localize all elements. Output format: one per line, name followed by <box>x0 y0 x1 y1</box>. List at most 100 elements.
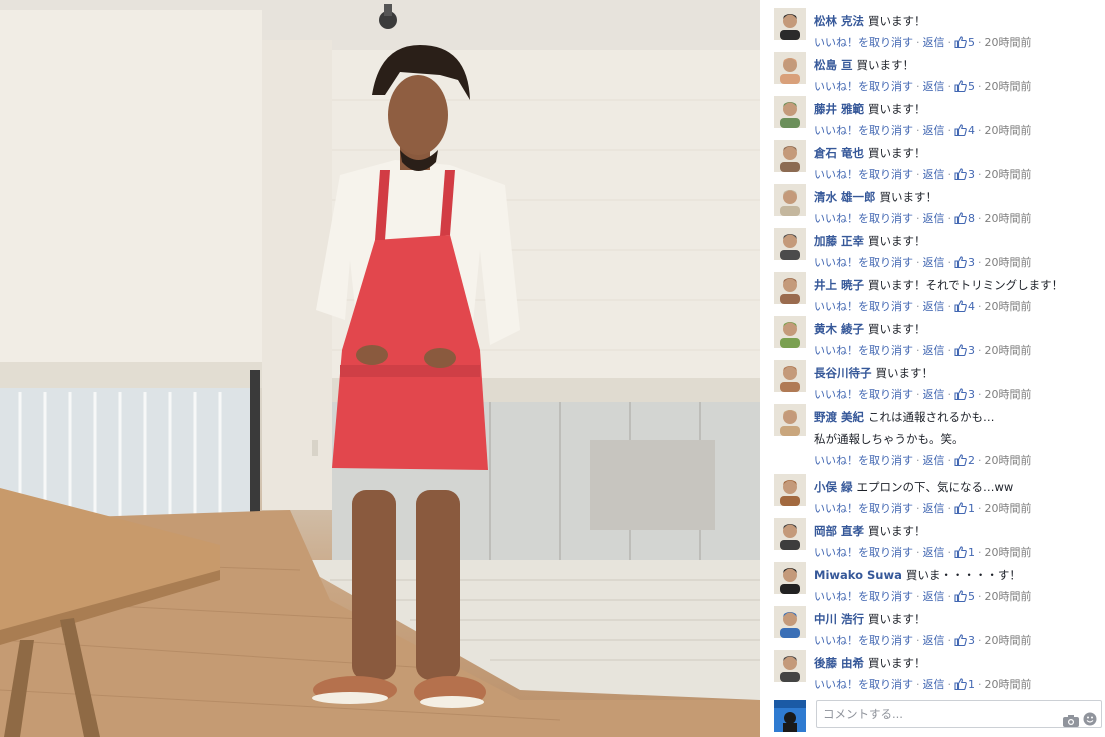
comment-timestamp[interactable]: 20時間前 <box>985 168 1032 181</box>
like-count[interactable]: 4 <box>954 124 975 137</box>
comment-author-link[interactable]: 井上 暁子 <box>814 278 864 292</box>
like-count[interactable]: 3 <box>954 344 975 357</box>
comment-timestamp[interactable]: 20時間前 <box>985 256 1032 269</box>
like-number: 5 <box>968 36 975 49</box>
comment-author-link[interactable]: 後藤 由希 <box>814 656 864 670</box>
unlike-link[interactable]: いいね！を取り消す <box>814 454 913 467</box>
like-count[interactable]: 1 <box>954 678 975 691</box>
commenter-avatar[interactable] <box>774 52 806 84</box>
comment-author-link[interactable]: 清水 雄一郎 <box>814 190 876 204</box>
like-count[interactable]: 1 <box>954 502 975 515</box>
commenter-avatar[interactable] <box>774 316 806 348</box>
commenter-avatar[interactable] <box>774 228 806 260</box>
comment-timestamp[interactable]: 20時間前 <box>985 634 1032 647</box>
reply-link[interactable]: 返信 <box>923 212 945 225</box>
commenter-avatar[interactable] <box>774 474 806 506</box>
comment-author-link[interactable]: 加藤 正幸 <box>814 234 864 248</box>
unlike-link[interactable]: いいね！を取り消す <box>814 678 913 691</box>
comment-timestamp[interactable]: 20時間前 <box>985 80 1032 93</box>
commenter-avatar[interactable] <box>774 360 806 392</box>
comment-author-link[interactable]: Miwako Suwa <box>814 568 902 582</box>
comment-author-link[interactable]: 黄木 綾子 <box>814 322 864 336</box>
like-count[interactable]: 5 <box>954 590 975 603</box>
comment-body: 松島 亘買います！ いいね！を取り消す · 返信 · 5 · 20時間前 <box>814 54 1104 100</box>
comment-author-link[interactable]: 藤井 雅範 <box>814 102 864 116</box>
commenter-avatar[interactable] <box>774 8 806 40</box>
comment-timestamp[interactable]: 20時間前 <box>985 678 1032 691</box>
reply-link[interactable]: 返信 <box>923 454 945 467</box>
unlike-link[interactable]: いいね！を取り消す <box>814 36 913 49</box>
unlike-link[interactable]: いいね！を取り消す <box>814 168 913 181</box>
comment-timestamp[interactable]: 20時間前 <box>985 212 1032 225</box>
thumbs-up-icon <box>954 78 967 100</box>
reply-link[interactable]: 返信 <box>923 300 945 313</box>
commenter-avatar[interactable] <box>774 404 806 436</box>
unlike-link[interactable]: いいね！を取り消す <box>814 212 913 225</box>
reply-link[interactable]: 返信 <box>923 502 945 515</box>
commenter-avatar[interactable] <box>774 272 806 304</box>
like-count[interactable]: 2 <box>954 454 975 467</box>
comment-timestamp[interactable]: 20時間前 <box>985 546 1032 559</box>
comment-author-link[interactable]: 松林 克法 <box>814 14 864 28</box>
like-count[interactable]: 8 <box>954 212 975 225</box>
reply-link[interactable]: 返信 <box>923 546 945 559</box>
unlike-link[interactable]: いいね！を取り消す <box>814 590 913 603</box>
unlike-link[interactable]: いいね！を取り消す <box>814 256 913 269</box>
comment-author-link[interactable]: 野渡 美紀 <box>814 410 864 424</box>
comment-author-link[interactable]: 長谷川待子 <box>814 366 872 380</box>
comment-timestamp[interactable]: 20時間前 <box>985 388 1032 401</box>
photo[interactable] <box>0 0 760 737</box>
comment-author-link[interactable]: 小俣 緑 <box>814 480 853 494</box>
commenter-avatar[interactable] <box>774 184 806 216</box>
unlike-link[interactable]: いいね！を取り消す <box>814 124 913 137</box>
reply-link[interactable]: 返信 <box>923 388 945 401</box>
like-count[interactable]: 3 <box>954 256 975 269</box>
reply-link[interactable]: 返信 <box>923 678 945 691</box>
comment-author-link[interactable]: 中川 浩行 <box>814 612 864 626</box>
comment-author-link[interactable]: 岡部 直孝 <box>814 524 864 538</box>
comment-timestamp[interactable]: 20時間前 <box>985 454 1032 467</box>
thumbs-up-icon <box>954 254 967 276</box>
like-count[interactable]: 4 <box>954 300 975 313</box>
unlike-link[interactable]: いいね！を取り消す <box>814 300 913 313</box>
reply-link[interactable]: 返信 <box>923 256 945 269</box>
unlike-link[interactable]: いいね！を取り消す <box>814 344 913 357</box>
unlike-link[interactable]: いいね！を取り消す <box>814 388 913 401</box>
reply-link[interactable]: 返信 <box>923 590 945 603</box>
reply-link[interactable]: 返信 <box>923 124 945 137</box>
comment-author-link[interactable]: 松島 亘 <box>814 58 853 72</box>
commenter-avatar[interactable] <box>774 606 806 638</box>
commenter-avatar[interactable] <box>774 650 806 682</box>
like-count[interactable]: 3 <box>954 388 975 401</box>
reply-link[interactable]: 返信 <box>923 634 945 647</box>
comment-timestamp[interactable]: 20時間前 <box>985 590 1032 603</box>
commenter-avatar[interactable] <box>774 518 806 550</box>
comment-timestamp[interactable]: 20時間前 <box>985 344 1032 357</box>
commenter-avatar[interactable] <box>774 140 806 172</box>
thumbs-up-icon <box>954 386 967 408</box>
like-count[interactable]: 3 <box>954 634 975 647</box>
comment-timestamp[interactable]: 20時間前 <box>985 300 1032 313</box>
comment-input[interactable]: コメントする... <box>816 700 1102 728</box>
unlike-link[interactable]: いいね！を取り消す <box>814 546 913 559</box>
comment-author-link[interactable]: 倉石 竜也 <box>814 146 864 160</box>
commenter-avatar[interactable] <box>774 562 806 594</box>
unlike-link[interactable]: いいね！を取り消す <box>814 80 913 93</box>
like-count[interactable]: 3 <box>954 168 975 181</box>
reply-link[interactable]: 返信 <box>923 80 945 93</box>
comment-timestamp[interactable]: 20時間前 <box>985 124 1032 137</box>
reply-link[interactable]: 返信 <box>923 36 945 49</box>
unlike-link[interactable]: いいね！を取り消す <box>814 502 913 515</box>
comment-timestamp[interactable]: 20時間前 <box>985 36 1032 49</box>
emoji-icon[interactable] <box>1083 709 1097 735</box>
like-count[interactable]: 5 <box>954 80 975 93</box>
like-count[interactable]: 5 <box>954 36 975 49</box>
meta-separator: · <box>947 344 952 357</box>
camera-icon[interactable] <box>1063 710 1079 736</box>
reply-link[interactable]: 返信 <box>923 344 945 357</box>
commenter-avatar[interactable] <box>774 96 806 128</box>
reply-link[interactable]: 返信 <box>923 168 945 181</box>
comment-timestamp[interactable]: 20時間前 <box>985 502 1032 515</box>
like-count[interactable]: 1 <box>954 546 975 559</box>
unlike-link[interactable]: いいね！を取り消す <box>814 634 913 647</box>
